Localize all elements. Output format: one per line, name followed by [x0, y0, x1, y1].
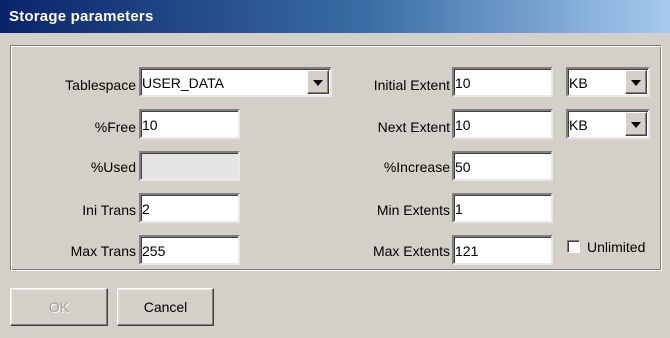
- chevron-down-icon: [313, 80, 323, 86]
- max-extents-input[interactable]: 121: [452, 235, 553, 265]
- unlimited-label[interactable]: Unlimited: [587, 238, 645, 256]
- next-extent-unit-combo[interactable]: KB: [566, 109, 650, 139]
- pct-free-label: %Free: [94, 119, 136, 135]
- pct-increase-label: %Increase: [383, 159, 450, 175]
- ini-trans-label: Ini Trans: [82, 202, 136, 218]
- cancel-button[interactable]: Cancel: [117, 288, 214, 326]
- pct-used-input[interactable]: [139, 151, 240, 181]
- max-extents-label: Max Extents: [372, 243, 450, 259]
- chevron-down-icon: [631, 122, 641, 128]
- next-extent-input[interactable]: 10: [452, 109, 553, 139]
- tablespace-dropdown-button[interactable]: [307, 70, 329, 94]
- initial-extent-label: Initial Extent: [373, 77, 450, 93]
- max-trans-input[interactable]: 255: [139, 235, 240, 265]
- tablespace-combo[interactable]: USER_DATA: [139, 67, 332, 97]
- ok-button[interactable]: OK: [10, 288, 108, 326]
- max-trans-label: Max Trans: [70, 243, 136, 259]
- window-title: Storage parameters: [9, 8, 154, 25]
- next-extent-unit-dropdown-button[interactable]: [625, 112, 647, 136]
- tablespace-value[interactable]: USER_DATA: [139, 67, 332, 97]
- pct-free-input[interactable]: 10: [139, 109, 240, 139]
- pct-used-label: %Used: [90, 159, 136, 175]
- pct-increase-input[interactable]: 50: [452, 151, 553, 181]
- min-extents-input[interactable]: 1: [452, 193, 553, 223]
- chevron-down-icon: [631, 80, 641, 86]
- min-extents-label: Min Extents: [376, 202, 450, 218]
- unlimited-checkbox[interactable]: [567, 240, 580, 253]
- initial-extent-unit-combo[interactable]: KB: [566, 67, 650, 97]
- tablespace-label: Tablespace: [65, 77, 136, 93]
- initial-extent-input[interactable]: 10: [452, 67, 553, 97]
- next-extent-label: Next Extent: [377, 119, 450, 135]
- initial-extent-unit-dropdown-button[interactable]: [625, 70, 647, 94]
- ini-trans-input[interactable]: 2: [139, 193, 240, 223]
- title-bar: Storage parameters: [0, 0, 670, 33]
